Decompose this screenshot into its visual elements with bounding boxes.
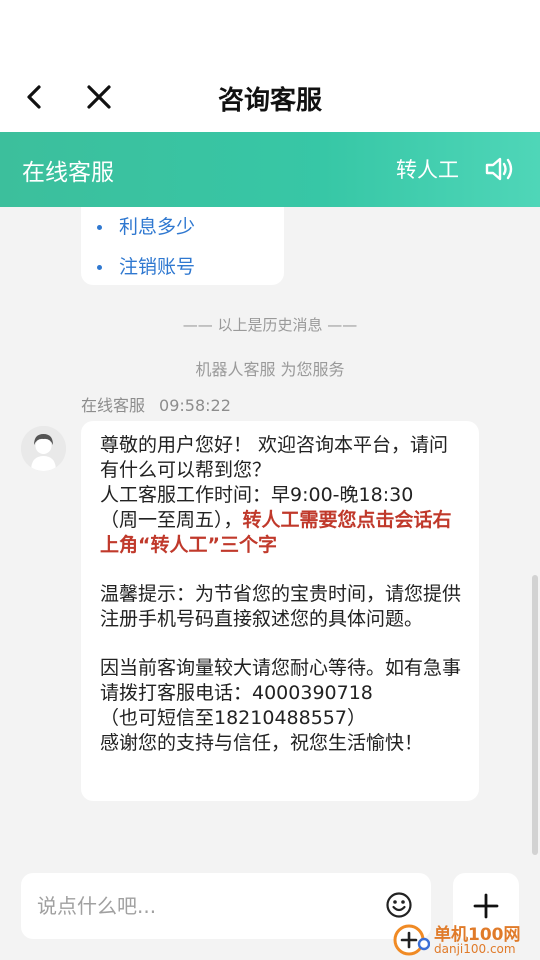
message-sms: （也可短信至18210488557） (100, 707, 366, 729)
message-greeting: 尊敬的用户您好！ 欢迎咨询本平台，请问有什么可以帮到您？ (100, 434, 449, 481)
avatar (21, 426, 66, 471)
user-avatar-icon (21, 426, 66, 471)
bullet-icon (97, 265, 102, 270)
message-input-box (21, 873, 431, 939)
emoji-icon[interactable] (385, 891, 413, 919)
message-time: 09:58:22 (159, 396, 231, 415)
speaker-icon[interactable] (482, 152, 516, 186)
top-navigation-bar: 咨询客服 (0, 62, 540, 132)
bullet-icon (97, 225, 102, 230)
transfer-to-human-button[interactable]: 转人工 (396, 154, 459, 184)
faq-card: 利息多少 注销账号 (81, 207, 284, 285)
service-name: 在线客服 (22, 160, 114, 186)
message-notice: 因当前客询量较大请您耐心等待。如有急事请拨打客服电话：4000390718 (100, 657, 462, 704)
message-sender: 在线客服 09:58:22 (81, 392, 231, 416)
watermark-url: danji100.com (434, 942, 516, 956)
faq-item[interactable]: 利息多少 (97, 207, 195, 247)
sender-name: 在线客服 (81, 396, 146, 415)
message-instruction: （周一至周五），转人工需要您点击会话右上角“转人工”三个字 (100, 509, 452, 556)
page-title: 咨询客服 (217, 86, 322, 116)
watermark-logo-icon (393, 924, 430, 956)
service-header-bar: 在线客服 转人工 (0, 132, 540, 207)
message-input[interactable] (37, 887, 377, 925)
history-divider: —— 以上是历史消息 —— (182, 316, 358, 334)
status-bar-area (0, 0, 540, 62)
robot-notice: 机器人客服 为您服务 (195, 360, 345, 379)
faq-item[interactable]: 注销账号 (97, 247, 195, 287)
message-bubble: 尊敬的用户您好！ 欢迎咨询本平台，请问有什么可以帮到您？ 人工客服工作时间：早9… (81, 421, 479, 801)
watermark: 单机100网 danji100.com (388, 918, 540, 960)
scrollbar[interactable] (532, 575, 538, 855)
chat-area[interactable]: 利息多少 注销账号 —— 以上是历史消息 —— 机器人客服 为您服务 在线客服 0… (0, 207, 540, 860)
message-thanks: 感谢您的支持与信任，祝您生活愉快！ (100, 732, 424, 754)
message-hours: 人工客服工作时间：早9:00-晚18:30 (100, 484, 414, 506)
plus-icon (473, 893, 499, 919)
message-tip: 温馨提示：为节省您的宝贵时间，请您提供注册手机号码直接叙述您的具体问题。 (100, 583, 462, 630)
